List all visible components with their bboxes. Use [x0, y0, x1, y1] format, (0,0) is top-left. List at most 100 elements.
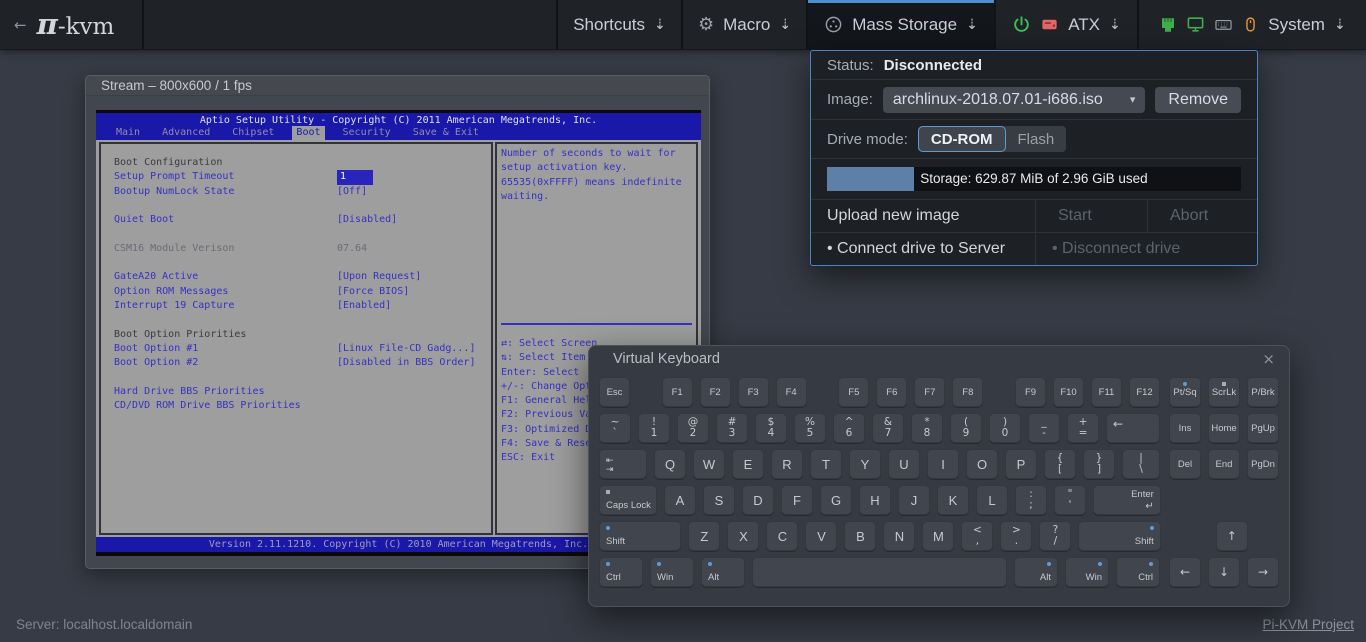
key-f8[interactable]: F8	[952, 377, 983, 407]
key-alt-right[interactable]: Alt	[1014, 557, 1058, 587]
connect-drive-button[interactable]: • Connect drive to Server	[811, 233, 1035, 265]
remove-image-button[interactable]: Remove	[1155, 87, 1241, 113]
key-enter[interactable]: Enter↵	[1093, 485, 1161, 515]
key-7[interactable]: &7	[872, 413, 904, 443]
key-end[interactable]: End	[1208, 449, 1240, 479]
key-page-down[interactable]: PgDn	[1247, 449, 1279, 479]
key-shift-right[interactable]: Shift	[1078, 521, 1160, 551]
mode-cdrom-button[interactable]: CD-ROM	[918, 126, 1006, 152]
key-period[interactable]: >.	[1000, 521, 1032, 551]
key-f11[interactable]: F11	[1091, 377, 1122, 407]
key-home[interactable]: Home	[1208, 413, 1240, 443]
key-f1[interactable]: F1	[662, 377, 693, 407]
key-arrow-down[interactable]: ↓	[1208, 557, 1240, 587]
close-icon[interactable]: ×	[1262, 350, 1275, 368]
key-backspace[interactable]: ←	[1106, 413, 1160, 443]
key-caps-lock[interactable]: Caps Lock	[599, 485, 657, 515]
key-a[interactable]: A	[664, 485, 696, 515]
key-slash[interactable]: ?/	[1039, 521, 1071, 551]
nav-atx-button[interactable]: ATX ⇣	[996, 0, 1139, 49]
key-insert[interactable]: Ins	[1169, 413, 1201, 443]
key-c[interactable]: C	[766, 521, 798, 551]
key-g[interactable]: G	[820, 485, 852, 515]
key-backquote[interactable]: ~`	[599, 413, 631, 443]
key-y[interactable]: Y	[849, 449, 881, 479]
key-arrow-left[interactable]: ←	[1169, 557, 1201, 587]
key-m[interactable]: M	[922, 521, 954, 551]
key-page-up[interactable]: PgUp	[1247, 413, 1279, 443]
back-arrow[interactable]: ←	[14, 16, 27, 34]
key-tab[interactable]: ⇤⇥	[599, 449, 647, 479]
disconnect-drive-button[interactable]: • Disconnect drive	[1035, 233, 1257, 265]
key-t[interactable]: T	[810, 449, 842, 479]
key-f5[interactable]: F5	[838, 377, 869, 407]
key-equal[interactable]: +=	[1067, 413, 1099, 443]
nav-shortcuts-button[interactable]: Shortcuts ⇣	[558, 0, 683, 49]
key-0[interactable]: )0	[989, 413, 1021, 443]
key-arrow-right[interactable]: →	[1247, 557, 1279, 587]
key-j[interactable]: J	[898, 485, 930, 515]
key-3[interactable]: #3	[716, 413, 748, 443]
key-f4[interactable]: F4	[776, 377, 807, 407]
logo-block[interactable]: ← π-kvm	[0, 0, 144, 49]
key-f[interactable]: F	[781, 485, 813, 515]
key-8[interactable]: *8	[911, 413, 943, 443]
key-semicolon[interactable]: :;	[1015, 485, 1047, 515]
key-f10[interactable]: F10	[1053, 377, 1084, 407]
key-esc[interactable]: Esc	[599, 377, 630, 407]
key-f6[interactable]: F6	[876, 377, 907, 407]
key-arrow-up[interactable]: ↑	[1216, 521, 1248, 551]
nav-macro-button[interactable]: ⚙ Macro ⇣	[683, 0, 808, 49]
pikvm-project-link[interactable]: Pi-KVM Project	[1262, 617, 1354, 632]
key-s[interactable]: S	[703, 485, 735, 515]
key-5[interactable]: %5	[794, 413, 826, 443]
key-z[interactable]: Z	[688, 521, 720, 551]
nav-system-button[interactable]: System ⇣	[1139, 0, 1366, 49]
key-win-left[interactable]: Win	[650, 557, 694, 587]
upload-image-button[interactable]: Upload new image	[811, 200, 1035, 232]
key-delete[interactable]: Del	[1169, 449, 1201, 479]
key-9[interactable]: (9	[950, 413, 982, 443]
key-k[interactable]: K	[937, 485, 969, 515]
image-select[interactable]: archlinux-2018.07.01-i686.iso ▾	[883, 87, 1146, 113]
key-6[interactable]: ^6	[833, 413, 865, 443]
key-f12[interactable]: F12	[1129, 377, 1160, 407]
key-alt-left[interactable]: Alt	[701, 557, 745, 587]
start-upload-button[interactable]: Start	[1035, 200, 1147, 232]
key-d[interactable]: D	[742, 485, 774, 515]
key-n[interactable]: N	[883, 521, 915, 551]
key-space[interactable]	[752, 557, 1007, 587]
key-f7[interactable]: F7	[914, 377, 945, 407]
key-scroll-lock[interactable]: ScrLk	[1208, 377, 1240, 407]
key-backslash[interactable]: |\	[1122, 449, 1160, 479]
key-v[interactable]: V	[805, 521, 837, 551]
key-quote[interactable]: "'	[1054, 485, 1086, 515]
key-i[interactable]: I	[927, 449, 959, 479]
key-2[interactable]: @2	[677, 413, 709, 443]
key-4[interactable]: $4	[755, 413, 787, 443]
key-1[interactable]: !1	[638, 413, 670, 443]
abort-upload-button[interactable]: Abort	[1147, 200, 1257, 232]
key-ctrl-right[interactable]: Ctrl	[1116, 557, 1160, 587]
key-minus[interactable]: _-	[1028, 413, 1060, 443]
key-q[interactable]: Q	[654, 449, 686, 479]
key-p[interactable]: P	[1005, 449, 1037, 479]
key-u[interactable]: U	[888, 449, 920, 479]
key-print-screen[interactable]: Pt/Sq	[1169, 377, 1201, 407]
nav-mass-storage-button[interactable]: Mass Storage ⇣	[808, 0, 996, 49]
key-r[interactable]: R	[771, 449, 803, 479]
key-bracket-left[interactable]: {[	[1044, 449, 1076, 479]
key-w[interactable]: W	[693, 449, 725, 479]
key-o[interactable]: O	[966, 449, 998, 479]
key-e[interactable]: E	[732, 449, 764, 479]
key-l[interactable]: L	[976, 485, 1008, 515]
key-f3[interactable]: F3	[738, 377, 769, 407]
key-f2[interactable]: F2	[700, 377, 731, 407]
key-comma[interactable]: <,	[961, 521, 993, 551]
keyboard-title-bar[interactable]: Virtual Keyboard ×	[589, 346, 1289, 370]
key-shift-left[interactable]: Shift	[599, 521, 681, 551]
key-ctrl-left[interactable]: Ctrl	[599, 557, 643, 587]
mode-flash-button[interactable]: Flash	[1006, 127, 1067, 151]
key-b[interactable]: B	[844, 521, 876, 551]
key-x[interactable]: X	[727, 521, 759, 551]
